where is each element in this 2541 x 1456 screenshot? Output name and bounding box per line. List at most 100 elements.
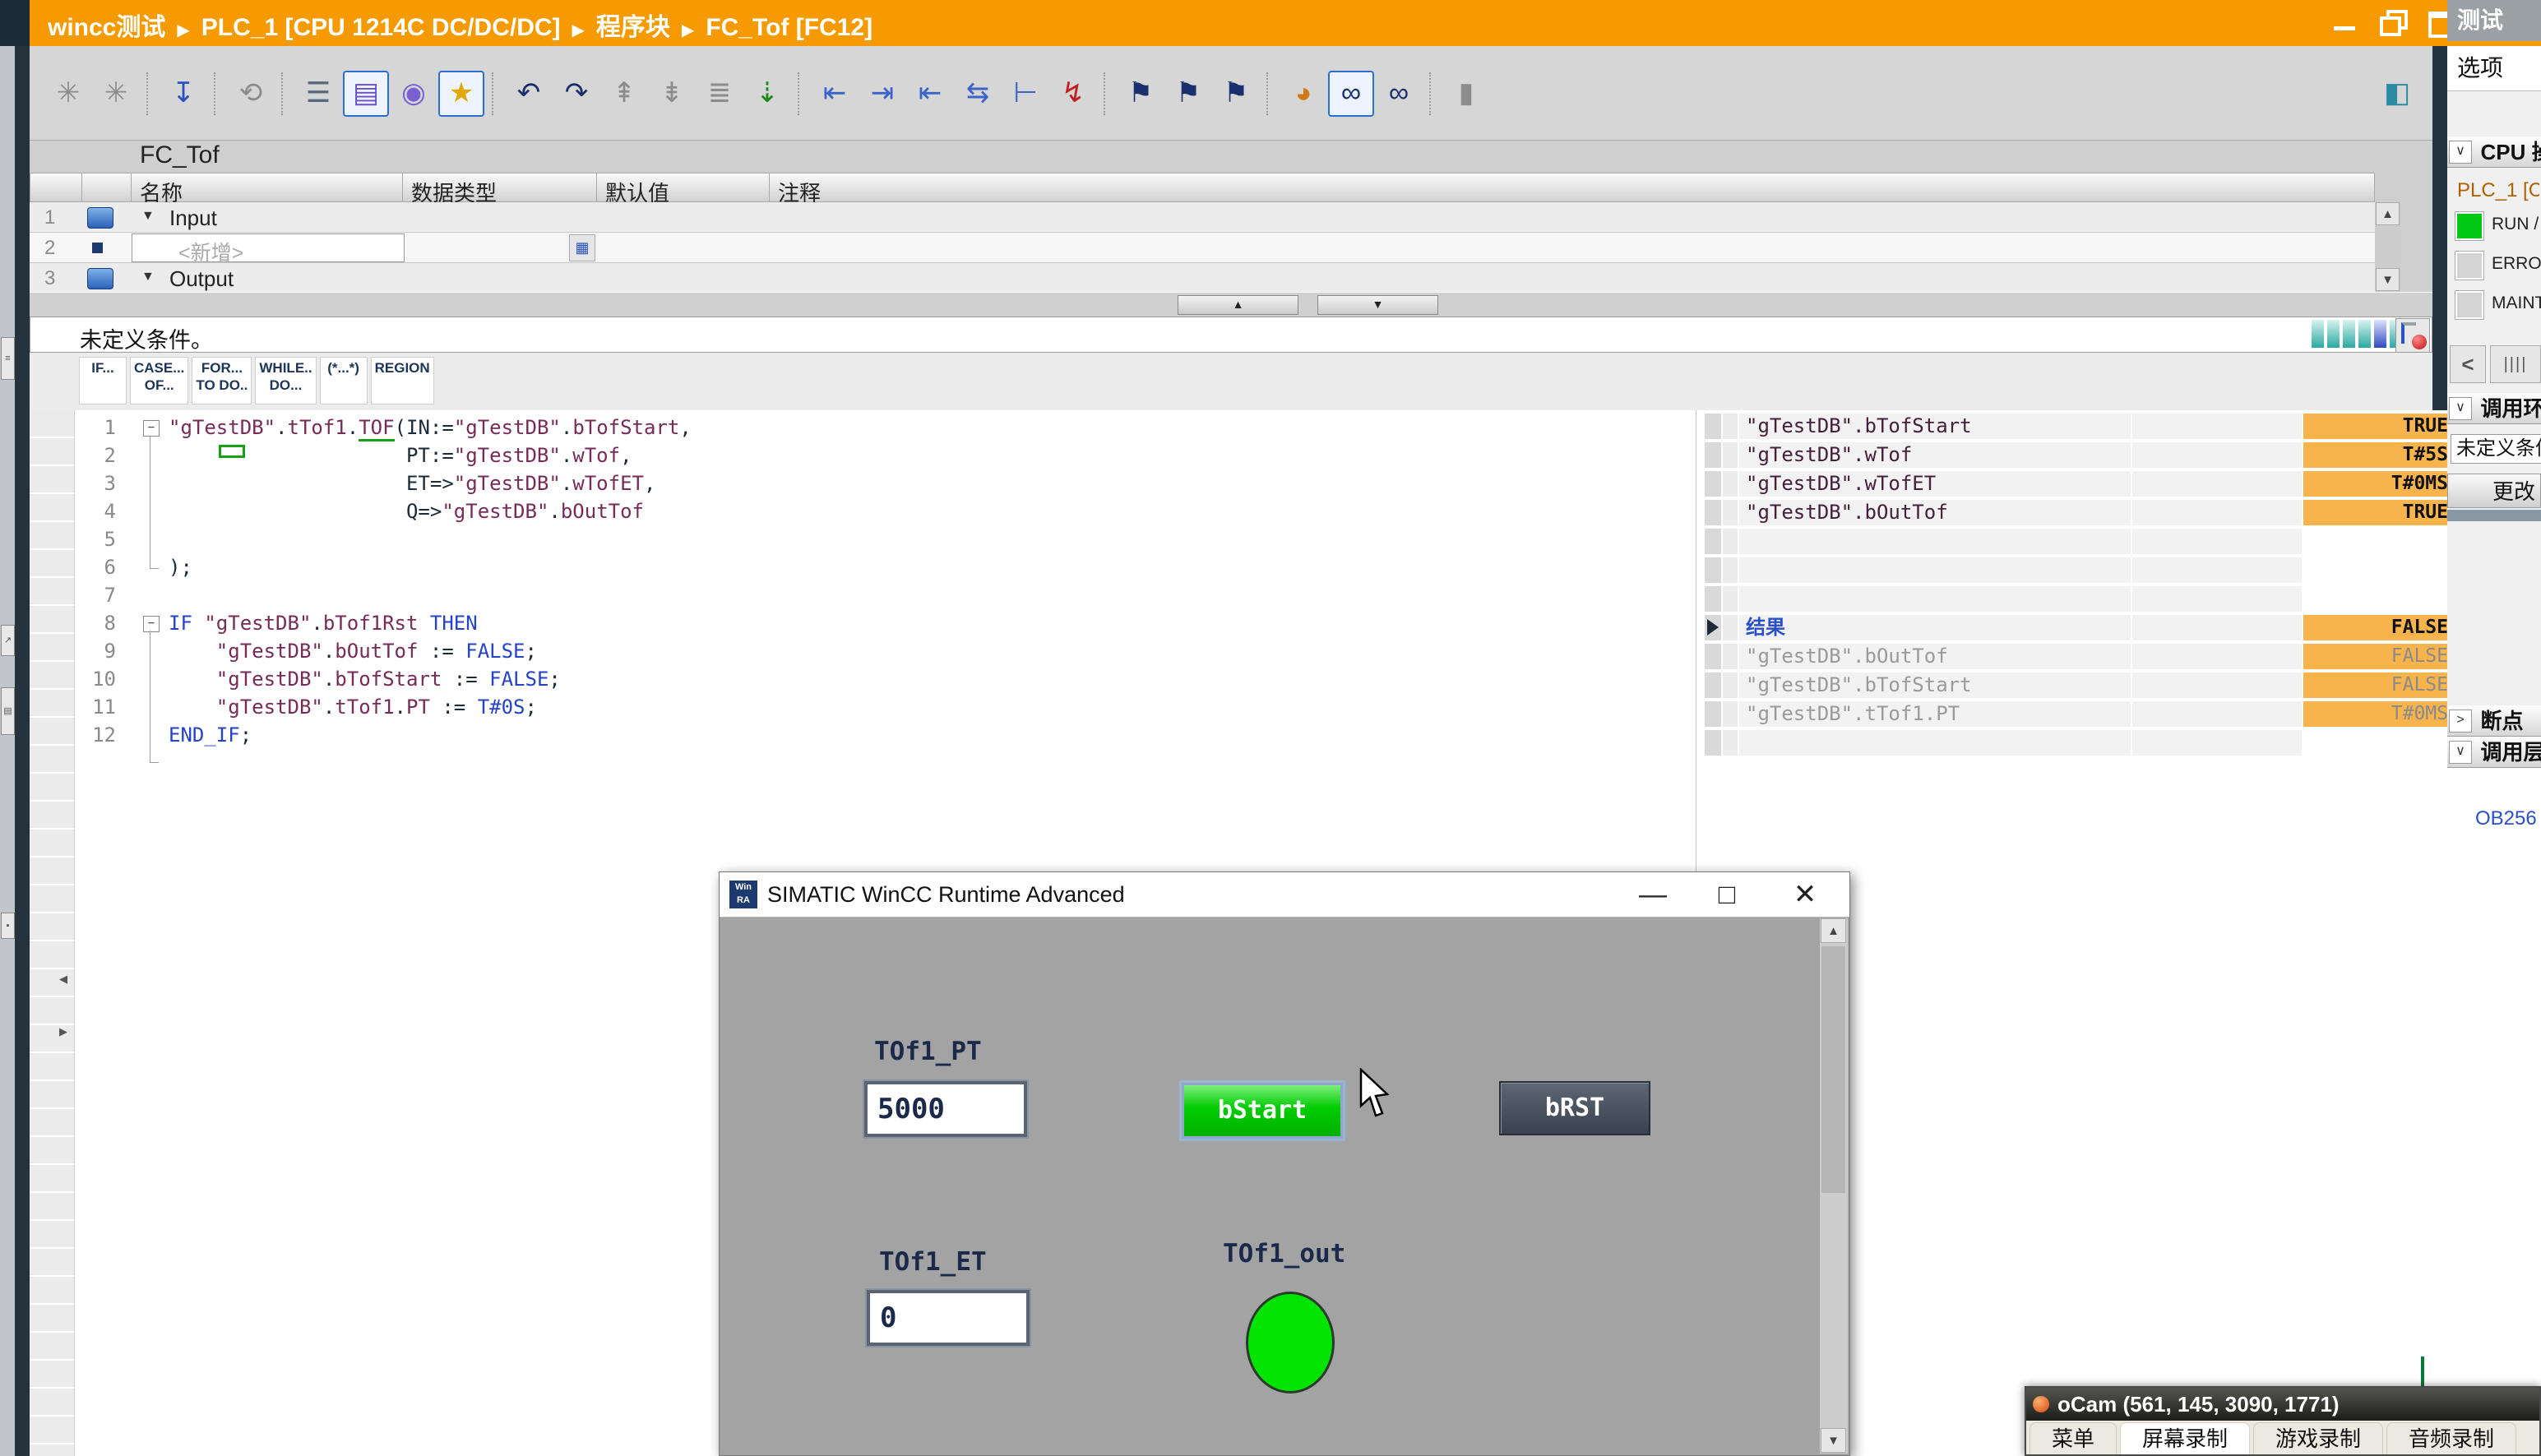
bookmark-next-icon[interactable]: ⚑ xyxy=(1213,71,1259,117)
pt-input[interactable] xyxy=(864,1081,1027,1137)
ocam-title-bar[interactable]: oCam (561, 145, 3090, 1771) xyxy=(2026,1388,2539,1421)
monitor-skip-icon[interactable]: ∞ xyxy=(1376,71,1422,117)
indent-right-icon[interactable]: ⇥ xyxy=(859,71,905,117)
chevron-right-icon[interactable]: > xyxy=(2449,710,2472,733)
table-row[interactable]: 2<新增>▦ xyxy=(30,233,2401,263)
snippet-(*[interactable]: (*...*) xyxy=(320,357,368,404)
layout-icon[interactable]: ◧ xyxy=(2374,71,2420,117)
add-row-icon[interactable]: ✳ xyxy=(93,71,139,117)
tab-options[interactable]: 选项 xyxy=(2447,46,2541,91)
breadcrumb-item[interactable]: PLC_1 [CPU 1214C DC/DC/DC] xyxy=(201,14,561,41)
upload-icon[interactable]: ⇞ xyxy=(601,71,647,117)
bstart-button[interactable]: bStart xyxy=(1182,1083,1343,1139)
gutter-left-arrow-icon[interactable]: ◀ xyxy=(59,973,67,986)
expand-triangle-icon[interactable]: ▼ xyxy=(141,270,155,284)
align-icon[interactable]: ⊢ xyxy=(1002,71,1048,117)
breakpoints-header[interactable]: > 断点 xyxy=(2447,705,2541,737)
scroll-down-icon[interactable]: ▼ xyxy=(1821,1428,1846,1453)
gutter-right-arrow-icon[interactable]: ▶ xyxy=(59,1025,67,1038)
call-env-header[interactable]: ∨ 调用环境 xyxy=(2447,393,2541,424)
bookmark-prev-icon[interactable]: ⚑ xyxy=(1165,71,1211,117)
snippet-region[interactable]: REGION xyxy=(371,357,434,404)
watch-name-cell[interactable]: "gTestDB".bTofStart xyxy=(1739,673,2131,698)
table-row[interactable]: 3▼Output xyxy=(30,263,2401,294)
wincc-scrollbar[interactable]: ▲ ▼ xyxy=(1820,918,1848,1454)
table-row[interactable]: 1▼Input xyxy=(30,202,2401,233)
chevron-down-icon[interactable]: ∨ xyxy=(2449,397,2472,420)
table-scrollbar[interactable]: ▲ ▼ xyxy=(2375,202,2401,292)
call-hierarchy-entry[interactable]: OB256 xyxy=(2475,807,2537,830)
comments-icon[interactable]: ◉ xyxy=(391,71,437,117)
wincc-close-icon[interactable]: ✕ xyxy=(1776,874,1834,915)
breakpoint-trace-icon[interactable] xyxy=(2395,318,2430,353)
expand-all-icon[interactable]: ☰ xyxy=(295,71,341,117)
scroll-up-icon[interactable]: ▲ xyxy=(1821,918,1846,943)
splitter-down-icon[interactable]: ▼ xyxy=(1317,295,1438,315)
search-icon[interactable]: ◕ xyxy=(1280,71,1326,117)
breadcrumb-item[interactable]: wincc测试 xyxy=(48,14,165,41)
renumber-icon[interactable]: ⇆ xyxy=(955,71,1001,117)
fold-toggle-icon[interactable]: − xyxy=(143,420,160,437)
breadcrumb-item[interactable]: FC_Tof [FC12] xyxy=(706,14,872,41)
fold-toggle-icon[interactable]: − xyxy=(143,616,160,632)
insert-row-icon[interactable]: ✳ xyxy=(45,71,91,117)
declaration-view-icon[interactable]: ▤ xyxy=(343,71,389,117)
undo-icon[interactable]: ↶ xyxy=(506,71,552,117)
snippet-for[interactable]: FOR... TO DO.. xyxy=(192,357,252,404)
accept-values-icon[interactable]: ⇣ xyxy=(744,71,790,117)
wincc-maximize-icon[interactable]: □ xyxy=(1698,874,1756,915)
brst-button[interactable]: bRST xyxy=(1499,1081,1650,1135)
rail-expand-button[interactable]: ↗ xyxy=(1,625,15,656)
pane-splitter[interactable]: ▲ ▼ xyxy=(30,292,2432,318)
sidebar-collapse-icon[interactable]: < xyxy=(2450,345,2486,383)
snippet-while[interactable]: WHILE.. DO... xyxy=(255,357,316,404)
revert-icon[interactable]: ⟲ xyxy=(228,71,274,117)
snippet-case[interactable]: CASE... OF... xyxy=(130,357,188,404)
new-var-cell[interactable]: <新增> xyxy=(132,233,405,262)
ocam-tab-音频录制[interactable]: 音频录制 xyxy=(2386,1422,2516,1454)
minimize-icon[interactable] xyxy=(2327,5,2363,38)
watch-name-cell[interactable]: "gTestDB".tTof1.PT xyxy=(1739,701,2131,727)
export-source-icon[interactable]: ↧ xyxy=(160,71,206,117)
compare-icon[interactable]: ≣ xyxy=(697,71,743,117)
sidebar-grip-icon[interactable]: |||| xyxy=(2490,345,2541,383)
watch-name-cell[interactable]: "gTestDB".wTof xyxy=(1739,442,2131,468)
bookmark-new-icon[interactable]: ⚑ xyxy=(1118,71,1164,117)
ocam-tab-屏幕录制[interactable]: 屏幕录制 xyxy=(2120,1422,2250,1454)
datatype-picker-icon[interactable]: ▦ xyxy=(569,234,595,261)
favorites-icon[interactable]: ★ xyxy=(438,71,484,117)
wincc-minimize-icon[interactable]: — xyxy=(1624,874,1682,915)
scroll-up-icon[interactable]: ▲ xyxy=(2376,202,2400,225)
redo-icon[interactable]: ↷ xyxy=(553,71,599,117)
ocam-tab-游戏录制[interactable]: 游戏录制 xyxy=(2253,1422,2383,1454)
chevron-down-icon[interactable]: ∨ xyxy=(2449,141,2472,164)
fix-errors-icon[interactable]: ↯ xyxy=(1050,71,1096,117)
change-button[interactable]: 更改 xyxy=(2447,474,2541,508)
watch-name-cell[interactable]: "gTestDB".bTofStart xyxy=(1739,414,2131,439)
tab-test[interactable]: 测试 xyxy=(2447,0,2541,46)
watch-name-cell[interactable]: "gTestDB".bOutTof xyxy=(1739,644,2131,669)
scrollbar-thumb[interactable] xyxy=(1821,946,1845,1193)
rail-scroll-button[interactable]: ▤ xyxy=(1,687,15,735)
call-hierarchy-header[interactable]: ∨ 调用层级 xyxy=(2447,737,2541,768)
scroll-down-icon[interactable]: ▼ xyxy=(2376,268,2400,291)
restore-icon[interactable] xyxy=(2375,5,2411,38)
expand-triangle-icon[interactable]: ▼ xyxy=(141,209,155,224)
splitter-up-icon[interactable]: ▲ xyxy=(1178,295,1298,315)
wincc-title-bar[interactable]: WinRA SIMATIC WinCC Runtime Advanced — □… xyxy=(720,872,1849,918)
indent-left-icon[interactable]: ⇤ xyxy=(907,71,953,117)
et-input[interactable] xyxy=(867,1290,1030,1346)
cpu-panel-header[interactable]: ∨ CPU 操作面板 xyxy=(2447,136,2541,168)
download-icon[interactable]: ⇟ xyxy=(649,71,695,117)
snapshot-icon[interactable]: ▮ xyxy=(1443,71,1489,117)
rail-handle-button[interactable]: ▪ xyxy=(1,913,15,939)
outdent-icon[interactable]: ⇤ xyxy=(812,71,858,117)
ocam-tab-菜单[interactable]: 菜单 xyxy=(2030,1422,2117,1454)
snippet-if[interactable]: IF... xyxy=(79,357,127,404)
watch-name-cell[interactable]: "gTestDB".bOutTof xyxy=(1739,500,2131,525)
breadcrumb-item[interactable]: 程序块 xyxy=(596,14,670,41)
chevron-down-icon[interactable]: ∨ xyxy=(2449,741,2472,764)
monitor-on-icon[interactable]: ∞ xyxy=(1328,71,1374,117)
watch-name-cell[interactable]: "gTestDB".wTofET xyxy=(1739,471,2131,497)
watch-name-cell[interactable]: 结果 xyxy=(1739,615,2131,640)
